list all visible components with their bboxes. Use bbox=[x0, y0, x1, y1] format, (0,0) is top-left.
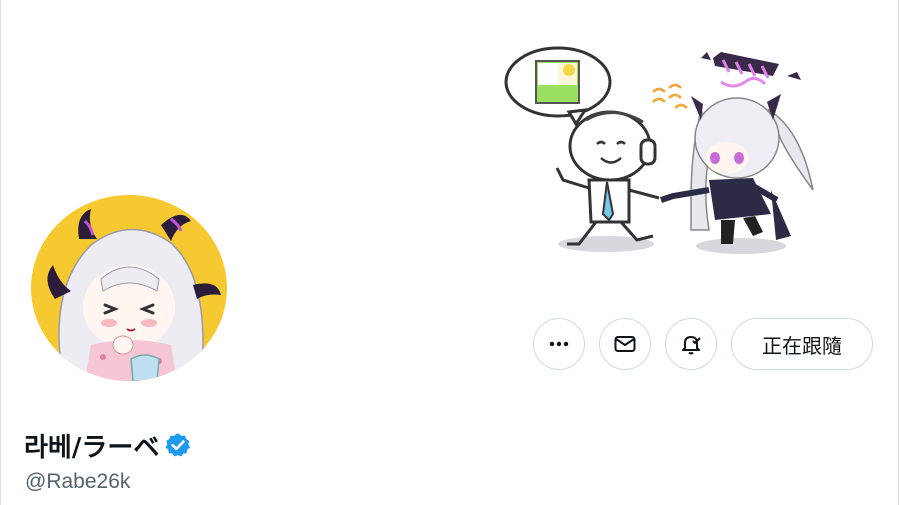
plain-character bbox=[555, 110, 660, 246]
profile-avatar[interactable] bbox=[27, 193, 231, 383]
bell-notify-icon bbox=[682, 336, 701, 355]
more-horizontal-icon bbox=[549, 341, 569, 347]
profile-handle: @Rabe26k bbox=[25, 470, 131, 493]
more-button[interactable] bbox=[533, 318, 585, 370]
verified-badge-icon[interactable] bbox=[165, 432, 191, 458]
profile-name-row: 라베/ラーベ bbox=[24, 426, 191, 464]
avatar-image bbox=[31, 195, 227, 381]
speech-bubble bbox=[504, 46, 612, 127]
girl-character bbox=[660, 94, 814, 244]
display-name: 라베/ラーベ bbox=[24, 432, 160, 463]
following-button[interactable]: 正在跟隨 bbox=[731, 318, 873, 370]
notifications-button[interactable] bbox=[665, 318, 717, 370]
mail-icon bbox=[614, 336, 636, 352]
message-button[interactable] bbox=[599, 318, 651, 370]
